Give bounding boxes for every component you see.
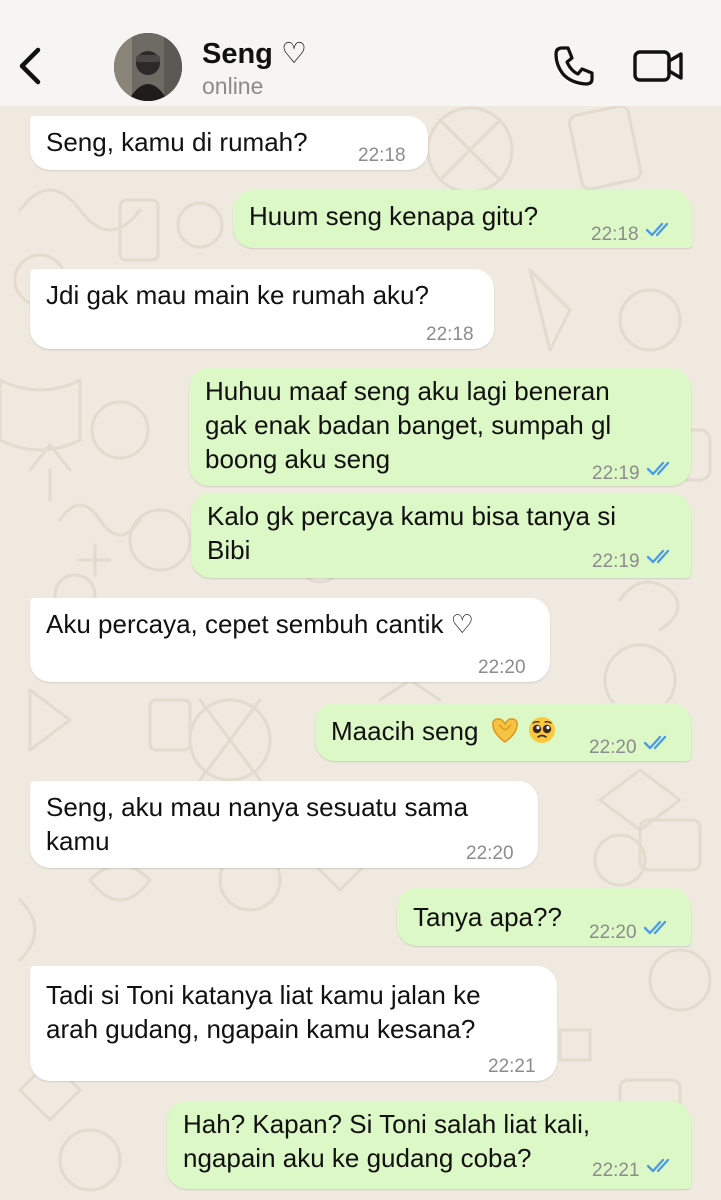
incoming-message[interactable]: Seng, aku mau nanya sesuatu sama kamu 22… [30,781,538,868]
read-receipt-icon [646,549,670,564]
message-time: 22:20 [478,657,526,678]
message-line: boong aku seng [205,444,391,474]
message-time: 22:19 [592,463,640,484]
message-line: Kalo gk percaya kamu bisa tanya si [207,501,616,531]
message-time: 22:18 [358,145,406,166]
message-line: Maacih seng [331,716,479,746]
voice-call-icon[interactable] [553,45,595,87]
outgoing-message[interactable]: Maacih seng 22:20 [315,703,691,761]
message-time: 22:18 [426,324,474,345]
message-text: Huum seng kenapa gitu? [249,201,539,231]
message-text: Huhuu maaf seng aku lagi beneran gak ena… [205,374,611,476]
incoming-message[interactable]: Jdi gak mau main ke rumah aku? 22:18 [30,269,494,349]
message-text: Tadi si Toni katanya liat kamu jalan ke … [46,978,481,1046]
message-text: Jdi gak mau main ke rumah aku? [46,280,429,310]
outgoing-message[interactable]: Tanya apa?? 22:20 [397,888,691,946]
message-text: Hah? Kapan? Si Toni salah liat kali, nga… [183,1107,590,1175]
read-receipt-icon [645,222,669,237]
read-receipt-icon [646,461,670,476]
outgoing-message[interactable]: Hah? Kapan? Si Toni salah liat kali, nga… [167,1101,691,1189]
message-time: 22:19 [592,551,640,572]
message-time: 22:20 [466,843,514,864]
message-time: 22:20 [589,922,637,943]
message-line: kamu [46,826,110,856]
outgoing-message[interactable]: Huum seng kenapa gitu? 22:18 [233,190,692,248]
chat-header: Seng ♡ online [0,0,721,106]
contact-avatar[interactable] [114,33,182,101]
message-line: arah gudang, ngapain kamu kesana? [46,1014,476,1044]
message-time: 22:18 [591,224,639,245]
message-text: Kalo gk percaya kamu bisa tanya si Bibi [207,499,616,567]
heart-hands-emoji-icon [491,718,518,743]
incoming-message[interactable]: Seng, kamu di rumah? 22:18 [30,116,428,170]
message-line: gak enak badan banget, sumpah gl [205,410,612,440]
incoming-message[interactable]: Aku percaya, cepet sembuh cantik ♡ 22:20 [30,598,550,682]
message-line: Seng, aku mau nanya sesuatu sama [46,792,469,822]
message-text: Maacih seng [331,714,557,748]
video-call-icon[interactable] [632,48,684,84]
message-text: Seng, kamu di rumah? [46,127,308,157]
message-text: Aku percaya, cepet sembuh cantik ♡ [46,609,474,639]
message-line: ngapain aku ke gudang coba? [183,1143,532,1173]
incoming-message[interactable]: Tadi si Toni katanya liat kamu jalan ke … [30,966,557,1081]
contact-name[interactable]: Seng ♡ [202,36,307,71]
outgoing-message[interactable]: Kalo gk percaya kamu bisa tanya si Bibi … [191,493,691,578]
read-receipt-icon [646,1158,670,1173]
pleading-face-emoji-icon [528,717,555,743]
message-time: 22:21 [592,1160,640,1181]
message-text: Seng, aku mau nanya sesuatu sama kamu [46,790,468,858]
back-chevron-icon[interactable] [16,46,46,86]
read-receipt-icon [643,735,667,750]
message-time: 22:20 [589,737,637,758]
contact-status: online [202,73,264,99]
message-line: Huhuu maaf seng aku lagi beneran [205,376,610,406]
message-line: Bibi [207,535,251,565]
message-line: Hah? Kapan? Si Toni salah liat kali, [183,1109,591,1139]
read-receipt-icon [643,920,667,935]
message-text: Tanya apa?? [413,902,562,932]
outgoing-message[interactable]: Huhuu maaf seng aku lagi beneran gak ena… [189,368,691,486]
message-time: 22:21 [488,1056,536,1077]
message-line: Tadi si Toni katanya liat kamu jalan ke [46,980,481,1010]
